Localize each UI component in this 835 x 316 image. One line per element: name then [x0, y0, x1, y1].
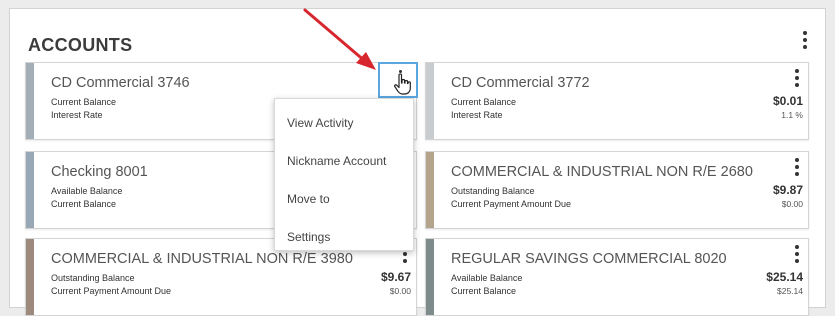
balance-value: $25.14	[766, 270, 803, 284]
rate-label: Interest Rate	[451, 110, 503, 120]
menu-item-settings[interactable]: Settings	[287, 230, 330, 244]
account-card[interactable]: CD Commercial 3772 Current Balance $0.01…	[425, 62, 809, 140]
balance-value: $9.67	[380, 270, 411, 284]
balance-label: Available Balance	[51, 186, 123, 196]
account-name[interactable]: COMMERCIAL & INDUSTRIAL NON R/E 2680	[451, 164, 753, 180]
account-name[interactable]: COMMERCIAL & INDUSTRIAL NON R/E 3980	[51, 251, 353, 267]
account-actions-menu: View Activity Nickname Account Move to S…	[274, 98, 414, 251]
payment-label: Current Payment Amount Due	[451, 199, 572, 209]
card-accent	[426, 152, 434, 228]
account-card[interactable]: COMMERCIAL & INDUSTRIAL NON R/E 2680 Out…	[425, 151, 809, 229]
balance-label: Outstanding Balance	[451, 186, 535, 196]
account-card[interactable]: REGULAR SAVINGS COMMERCIAL 8020 Availabl…	[425, 238, 809, 316]
card-menu-kebab-icon[interactable]	[790, 243, 804, 265]
card-accent	[26, 239, 34, 315]
menu-item-move-to[interactable]: Move to	[287, 192, 330, 206]
account-name[interactable]: REGULAR SAVINGS COMMERCIAL 8020	[451, 251, 727, 267]
account-name[interactable]: CD Commercial 3772	[451, 75, 590, 91]
rate-value: 1.1 %	[781, 110, 803, 120]
panel-menu-kebab-icon[interactable]	[798, 29, 812, 51]
card-accent	[426, 239, 434, 315]
balance-label: Current Balance	[51, 199, 117, 209]
account-name[interactable]: CD Commercial 3746	[51, 75, 190, 91]
balance-value: $25.14	[777, 286, 803, 296]
page-title: ACCOUNTS	[28, 35, 133, 55]
card-menu-kebab-icon[interactable]	[790, 67, 804, 89]
balance-label: Available Balance	[451, 273, 523, 283]
balance-value: $9.87	[772, 183, 803, 197]
hand-pointer-icon	[394, 73, 411, 95]
menu-item-nickname-account[interactable]: Nickname Account	[287, 154, 386, 168]
balance-label: Current Balance	[451, 97, 517, 107]
card-accent	[26, 152, 34, 228]
card-menu-kebab-icon[interactable]	[790, 156, 804, 178]
card-accent	[426, 63, 434, 139]
balance-label: Current Balance	[451, 286, 517, 296]
menu-item-view-activity[interactable]: View Activity	[287, 116, 353, 130]
balance-value: $0.01	[772, 94, 803, 108]
rate-label: Interest Rate	[51, 110, 103, 120]
payment-label: Current Payment Amount Due	[51, 286, 172, 296]
balance-label: Current Balance	[51, 97, 117, 107]
balance-label: Outstanding Balance	[51, 273, 135, 283]
card-accent	[26, 63, 34, 139]
account-name[interactable]: Checking 8001	[51, 164, 148, 180]
payment-value: $0.00	[781, 199, 803, 209]
payment-value: $0.00	[389, 286, 411, 296]
card-menu-button[interactable]	[378, 62, 418, 98]
